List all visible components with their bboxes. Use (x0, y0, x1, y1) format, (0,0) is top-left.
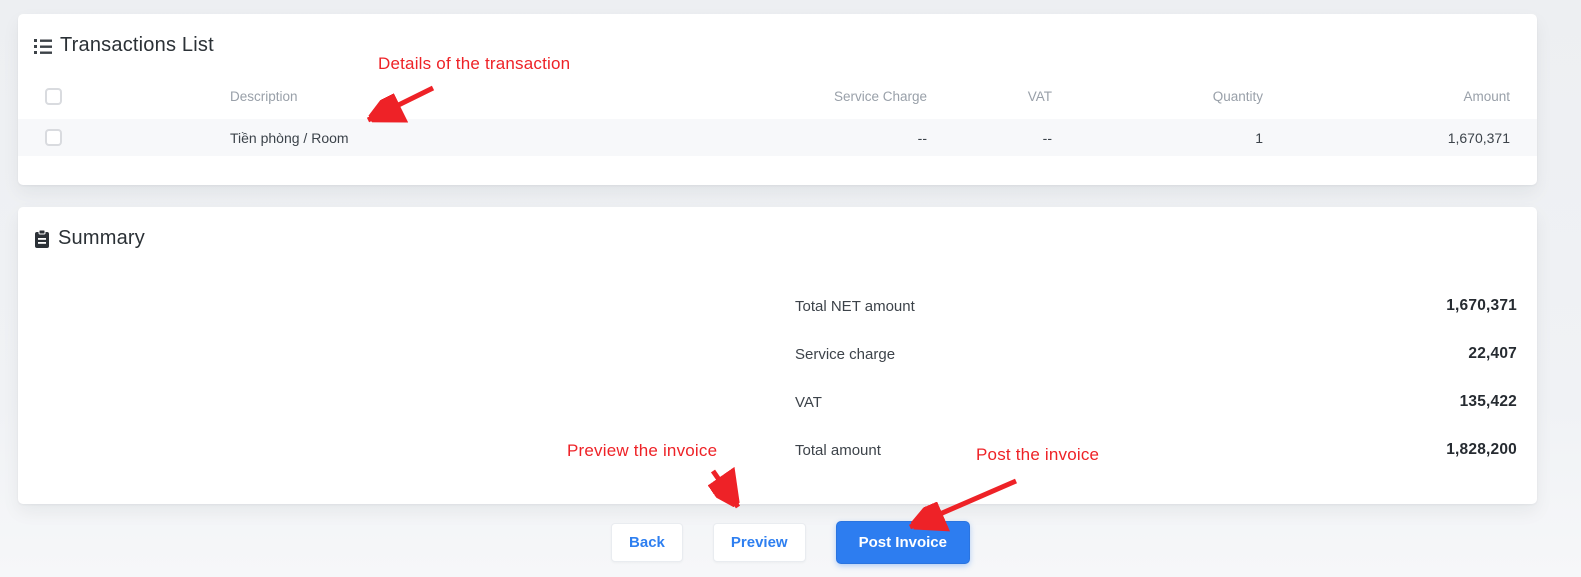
summary-rows: Total NET amount 1,670,371 Service charg… (795, 282, 1517, 474)
clipboard-icon (34, 230, 50, 248)
summary-label: Total NET amount (795, 298, 915, 315)
column-description: Description (78, 89, 548, 104)
transactions-card-title: Transactions List (60, 34, 214, 57)
select-all-checkbox[interactable] (45, 88, 62, 105)
summary-row-vat: VAT 135,422 (795, 378, 1517, 426)
list-icon (34, 38, 52, 54)
summary-label: VAT (795, 394, 822, 411)
preview-button[interactable]: Preview (713, 523, 806, 562)
summary-value: 22,407 (1468, 345, 1517, 363)
summary-row-total-net: Total NET amount 1,670,371 (795, 282, 1517, 330)
summary-row-service-charge: Service charge 22,407 (795, 330, 1517, 378)
summary-value: 135,422 (1460, 393, 1517, 411)
summary-label: Service charge (795, 346, 895, 363)
summary-row-total-amount: Total amount 1,828,200 (795, 426, 1517, 474)
summary-value: 1,828,200 (1446, 441, 1517, 459)
annotation-details-of-transaction: Details of the transaction (378, 54, 570, 74)
transactions-card-header: Transactions List (34, 34, 214, 57)
transaction-row: Tiền phòng / Room -- -- 1 1,670,371 (18, 119, 1537, 156)
column-amount: Amount (1263, 89, 1510, 104)
summary-value: 1,670,371 (1446, 297, 1517, 315)
back-button[interactable]: Back (611, 523, 683, 562)
transaction-service-charge: -- (548, 130, 927, 146)
footer-actions: Back Preview Post Invoice (0, 521, 1581, 563)
transaction-amount: 1,670,371 (1263, 130, 1510, 146)
post-invoice-button[interactable]: Post Invoice (836, 521, 970, 564)
column-service-charge: Service Charge (548, 89, 927, 104)
annotation-post-invoice: Post the invoice (976, 445, 1099, 465)
column-vat: VAT (927, 89, 1052, 104)
row-checkbox[interactable] (45, 129, 62, 146)
transaction-quantity: 1 (1052, 130, 1263, 146)
column-quantity: Quantity (1052, 89, 1263, 104)
summary-card: Summary Total NET amount 1,670,371 Servi… (18, 207, 1537, 504)
transactions-table-header: Description Service Charge VAT Quantity … (18, 81, 1537, 111)
summary-card-header: Summary (34, 227, 145, 250)
transaction-description: Tiền phòng / Room (78, 130, 548, 146)
transactions-card: Transactions List Description Service Ch… (18, 14, 1537, 185)
transaction-vat: -- (927, 130, 1052, 146)
summary-card-title: Summary (58, 227, 145, 250)
summary-label: Total amount (795, 442, 881, 459)
annotation-preview-invoice: Preview the invoice (567, 441, 717, 461)
